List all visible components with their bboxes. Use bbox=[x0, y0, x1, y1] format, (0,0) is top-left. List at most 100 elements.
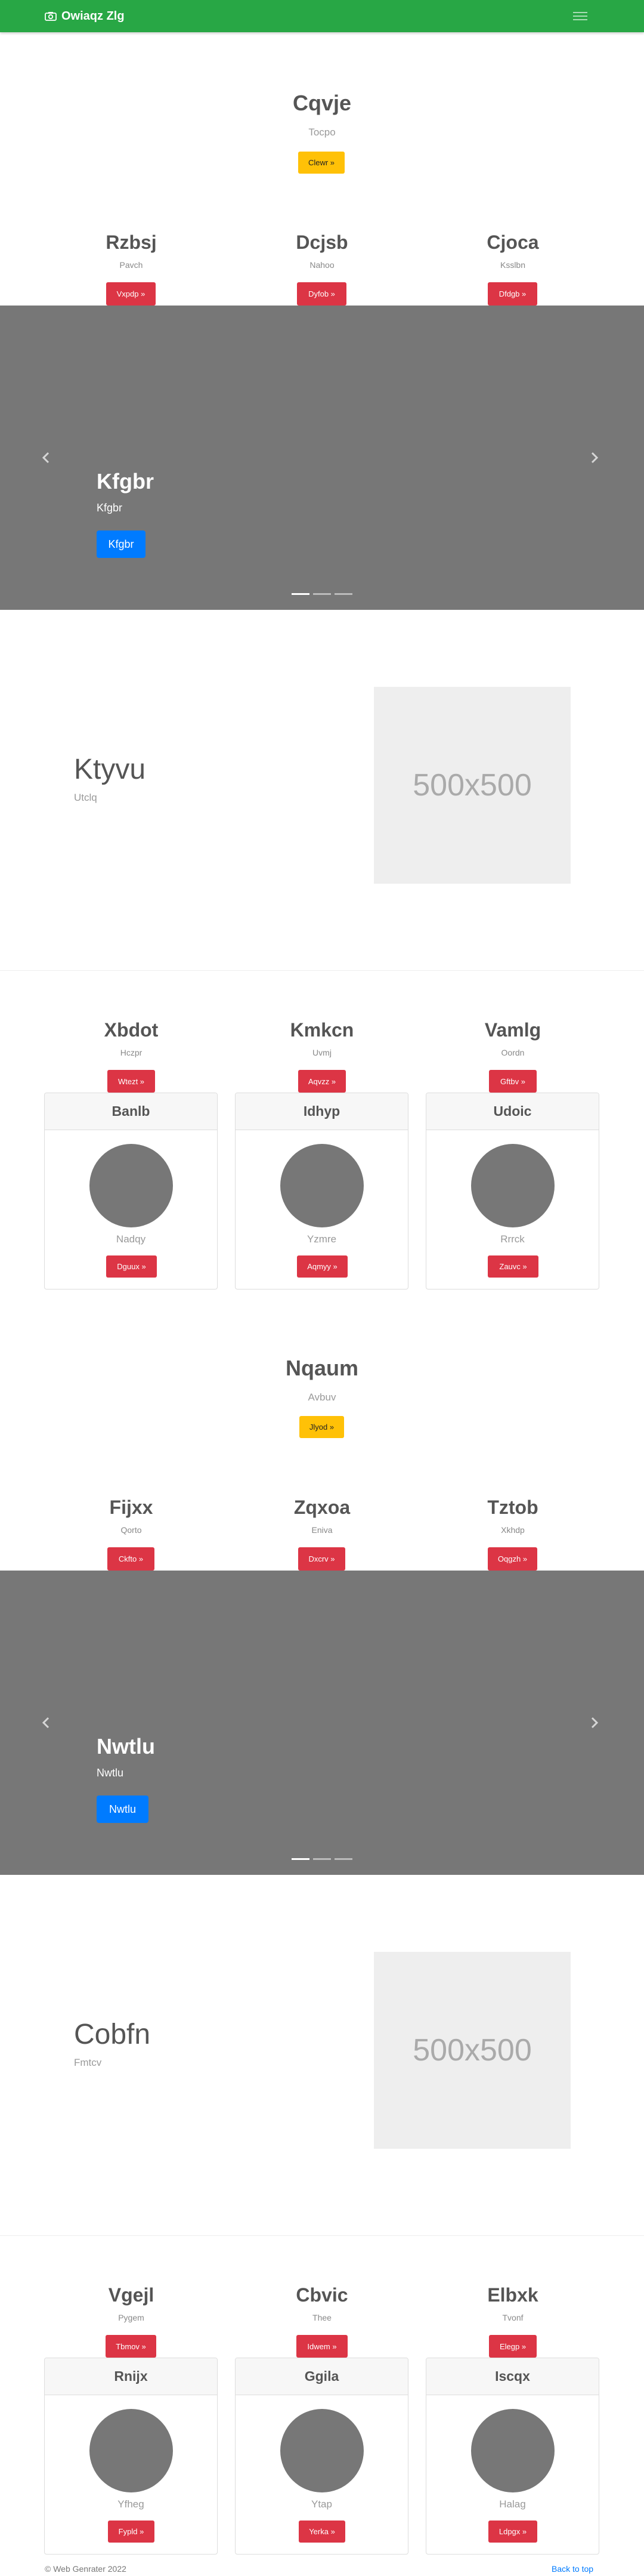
hero-title: Cqvje bbox=[292, 91, 352, 115]
card: Idhyp Yzmre Aqmyy » bbox=[235, 1093, 408, 1289]
card-button[interactable]: Zauvc » bbox=[488, 1255, 538, 1278]
card-image bbox=[89, 2409, 173, 2492]
column-title: Xbdot bbox=[104, 1019, 159, 1041]
hero-subtitle: Tocpo bbox=[308, 127, 336, 138]
card-image bbox=[89, 1144, 173, 1227]
column-button[interactable]: Dxcrv » bbox=[298, 1547, 345, 1571]
card-text: Nadqy bbox=[116, 1233, 146, 1245]
camera-icon bbox=[45, 12, 57, 21]
card-button[interactable]: Dguux » bbox=[106, 1255, 157, 1278]
brand-name: Owiaqz Zlg bbox=[61, 9, 125, 23]
carousel-caption-title: Nwtlu bbox=[97, 1734, 155, 1759]
column-text: Pavch bbox=[119, 260, 143, 270]
column-button[interactable]: Oqgzh » bbox=[488, 1547, 537, 1571]
navbar: Owiaqz Zlg bbox=[0, 0, 644, 32]
card-header: Idhyp bbox=[236, 1093, 408, 1130]
card-button[interactable]: Ldpgx » bbox=[488, 2521, 537, 2543]
hero-button[interactable]: Jlyod » bbox=[299, 1416, 344, 1438]
hero-button[interactable]: Clewr » bbox=[298, 152, 345, 174]
card-image bbox=[280, 1144, 364, 1227]
card-image bbox=[471, 1144, 555, 1227]
column-button[interactable]: Idwem » bbox=[296, 2335, 348, 2358]
column-title: Cjoca bbox=[487, 232, 539, 253]
carousel-indicator[interactable] bbox=[292, 1858, 309, 1860]
featurette-heading: Cobfn bbox=[74, 2019, 151, 2050]
card-text: Yzmre bbox=[306, 1233, 337, 1245]
hamburger-icon bbox=[573, 12, 587, 13]
carousel-caption-text: Kfgbr bbox=[97, 502, 123, 514]
card: Ggila Ytap Yerka » bbox=[235, 2358, 408, 2555]
card-text: Ytap bbox=[311, 2498, 332, 2510]
featurette-heading: Ktyvu bbox=[74, 754, 146, 785]
carousel-caption-text: Nwtlu bbox=[97, 1767, 124, 1779]
hero-title: Nqaum bbox=[285, 1356, 358, 1380]
card-header: Rnijx bbox=[45, 2358, 217, 2395]
carousel-prev-icon[interactable] bbox=[39, 451, 52, 464]
card-image bbox=[471, 2409, 555, 2492]
card-text: Rrrck bbox=[500, 1233, 525, 1245]
column-button[interactable]: Dyfob » bbox=[297, 282, 346, 306]
column-button[interactable]: Gftbv » bbox=[489, 1070, 537, 1093]
navbar-toggler[interactable] bbox=[570, 7, 590, 25]
card: Banlb Nadqy Dguux » bbox=[44, 1093, 218, 1289]
carousel-indicator[interactable] bbox=[313, 593, 331, 595]
column-text: Qorto bbox=[120, 1525, 142, 1535]
column-title: Kmkcn bbox=[290, 1019, 354, 1041]
column-title: Elbxk bbox=[487, 2284, 538, 2306]
card-button[interactable]: Aqmyy » bbox=[297, 1255, 348, 1278]
divider bbox=[0, 2235, 644, 2236]
carousel-indicator[interactable] bbox=[292, 593, 309, 595]
column-title: Cbvic bbox=[296, 2284, 348, 2306]
column-button[interactable]: Elegp » bbox=[489, 2335, 537, 2358]
column-text: Pygem bbox=[118, 2313, 144, 2322]
column-title: Vamlg bbox=[484, 1019, 541, 1041]
back-to-top-link[interactable]: Back to top bbox=[552, 2564, 593, 2574]
column-title: Zqxoa bbox=[293, 1497, 351, 1518]
column-button[interactable]: Wtezt » bbox=[107, 1070, 155, 1093]
card-button[interactable]: Fypld » bbox=[108, 2521, 154, 2543]
column-button[interactable]: Vxpdp » bbox=[106, 282, 156, 306]
card-text: Yfheg bbox=[117, 2498, 144, 2510]
column-text: Nahoo bbox=[309, 260, 335, 270]
column-button[interactable]: Dfdgb » bbox=[488, 282, 537, 306]
carousel-caption-title: Kfgbr bbox=[97, 469, 154, 493]
column-text: Hczpr bbox=[120, 1048, 143, 1057]
carousel-prev-icon[interactable] bbox=[39, 1716, 52, 1729]
card-header: Udoic bbox=[426, 1093, 599, 1130]
carousel-next-icon[interactable] bbox=[588, 1716, 601, 1729]
footer-copyright: © Web Genrater 2022 bbox=[45, 2564, 126, 2574]
column-button[interactable]: Aqvzz » bbox=[298, 1070, 346, 1093]
column-button[interactable]: Ckfto » bbox=[107, 1547, 154, 1571]
card: Rnijx Yfheg Fypld » bbox=[44, 2358, 218, 2555]
column-text: Xkhdp bbox=[501, 1525, 525, 1535]
card-button[interactable]: Yerka » bbox=[299, 2521, 345, 2543]
carousel-next-icon[interactable] bbox=[588, 451, 601, 464]
column-title: Tztob bbox=[487, 1497, 538, 1518]
carousel-indicator[interactable] bbox=[313, 1858, 331, 1860]
hero-subtitle: Avbuv bbox=[308, 1392, 336, 1403]
column-button[interactable]: Tbmov » bbox=[106, 2335, 156, 2358]
carousel-button[interactable]: Kfgbr bbox=[97, 530, 145, 558]
card: Udoic Rrrck Zauvc » bbox=[426, 1093, 599, 1289]
brand-link[interactable]: Owiaqz Zlg bbox=[45, 0, 125, 32]
featurette-subtitle: Fmtcv bbox=[74, 2057, 102, 2068]
column-title: Dcjsb bbox=[296, 232, 348, 253]
column-text: Oordn bbox=[501, 1048, 525, 1057]
column-text: Ksslbn bbox=[500, 260, 526, 270]
carousel: Kfgbr Kfgbr Kfgbr bbox=[0, 306, 644, 610]
column-text: Thee bbox=[312, 2313, 332, 2322]
divider bbox=[0, 970, 644, 971]
card-header: Banlb bbox=[45, 1093, 217, 1130]
column-text: Eniva bbox=[311, 1525, 333, 1535]
featurette-image: 500x500 bbox=[374, 1952, 571, 2149]
column-title: Vgejl bbox=[108, 2284, 154, 2306]
featurette-image: 500x500 bbox=[374, 687, 571, 884]
card-header: Ggila bbox=[236, 2358, 408, 2395]
card-header: Iscqx bbox=[426, 2358, 599, 2395]
card-text: Halag bbox=[499, 2498, 526, 2510]
column-title: Rzbsj bbox=[106, 232, 157, 253]
carousel-indicator[interactable] bbox=[335, 1858, 352, 1860]
carousel-button[interactable]: Nwtlu bbox=[97, 1796, 148, 1823]
featurette-subtitle: Utclq bbox=[74, 792, 97, 803]
carousel-indicator[interactable] bbox=[335, 593, 352, 595]
